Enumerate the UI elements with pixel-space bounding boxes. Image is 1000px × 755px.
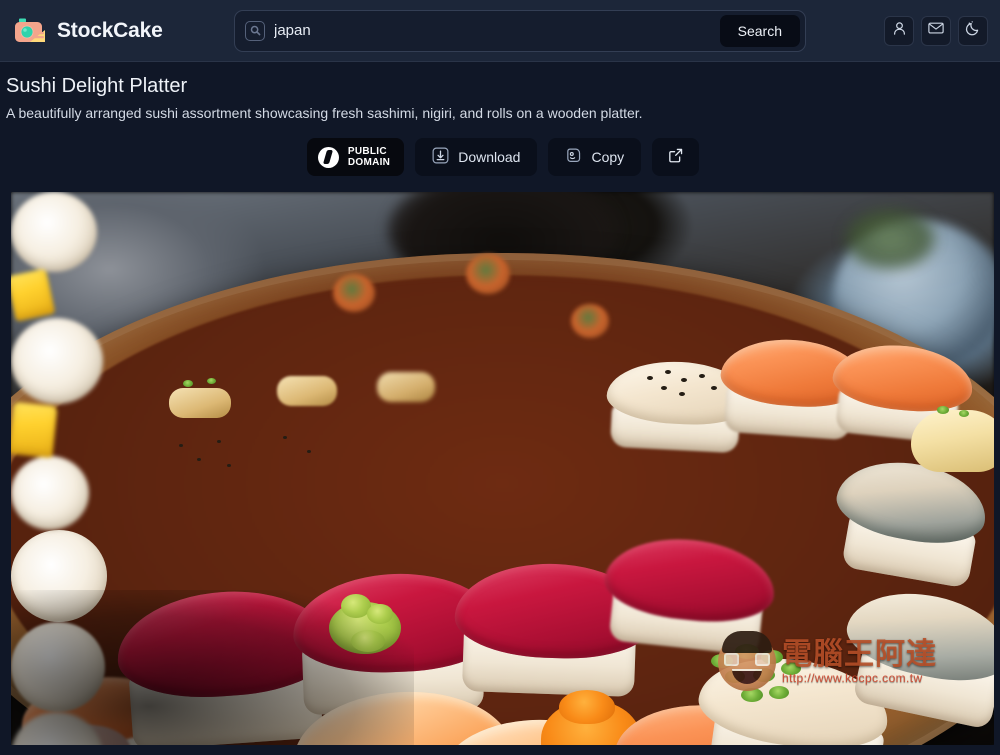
search-icon bbox=[245, 20, 265, 41]
image-info-section: Sushi Delight Platter A beautifully arra… bbox=[0, 62, 1000, 193]
image-action-bar: PUBLIC DOMAIN Download Copy bbox=[6, 138, 1000, 192]
public-domain-line2: DOMAIN bbox=[347, 157, 391, 169]
search-button[interactable]: Search bbox=[719, 14, 800, 47]
open-external-button[interactable] bbox=[652, 138, 700, 177]
search-bar[interactable]: Search bbox=[234, 9, 806, 52]
navbar-actions bbox=[884, 15, 988, 46]
dark-mode-toggle-button[interactable] bbox=[958, 15, 988, 46]
download-button[interactable]: Download bbox=[415, 138, 538, 177]
brand-logo-link[interactable]: StockCake bbox=[14, 17, 214, 45]
public-domain-label: PUBLIC DOMAIN bbox=[348, 146, 390, 168]
download-icon bbox=[432, 147, 449, 167]
search-input[interactable] bbox=[274, 22, 711, 39]
sushi-platter-photo[interactable]: 電腦王阿達 http://www.kocpc.com.tw bbox=[11, 192, 994, 745]
copy-label: Copy bbox=[591, 149, 625, 166]
page-title: Sushi Delight Platter bbox=[6, 75, 188, 97]
public-domain-line1: PUBLIC bbox=[347, 146, 387, 157]
brand-name: StockCake bbox=[57, 18, 163, 42]
image-description: A beautifully arranged sushi assortment … bbox=[6, 105, 643, 121]
download-label: Download bbox=[458, 149, 521, 166]
mail-icon-button[interactable] bbox=[921, 15, 951, 46]
camera-icon bbox=[14, 17, 48, 45]
sushi-pieces bbox=[11, 192, 994, 745]
copy-icon bbox=[565, 147, 582, 167]
dark-mode-icon bbox=[965, 20, 981, 41]
account-icon bbox=[892, 21, 907, 41]
copy-button[interactable]: Copy bbox=[548, 138, 642, 177]
public-domain-badge[interactable]: PUBLIC DOMAIN bbox=[306, 138, 405, 177]
cc-zero-icon bbox=[317, 146, 339, 168]
external-link-icon bbox=[667, 147, 684, 167]
stockcake-image-page: StockCake Search bbox=[0, 0, 1000, 755]
top-navbar: StockCake Search bbox=[0, 0, 1000, 62]
account-icon-button[interactable] bbox=[884, 15, 914, 46]
photo-foreground-shadow bbox=[11, 590, 415, 745]
photo-canvas: 電腦王阿達 http://www.kocpc.com.tw bbox=[11, 192, 994, 745]
mail-icon bbox=[928, 21, 944, 40]
